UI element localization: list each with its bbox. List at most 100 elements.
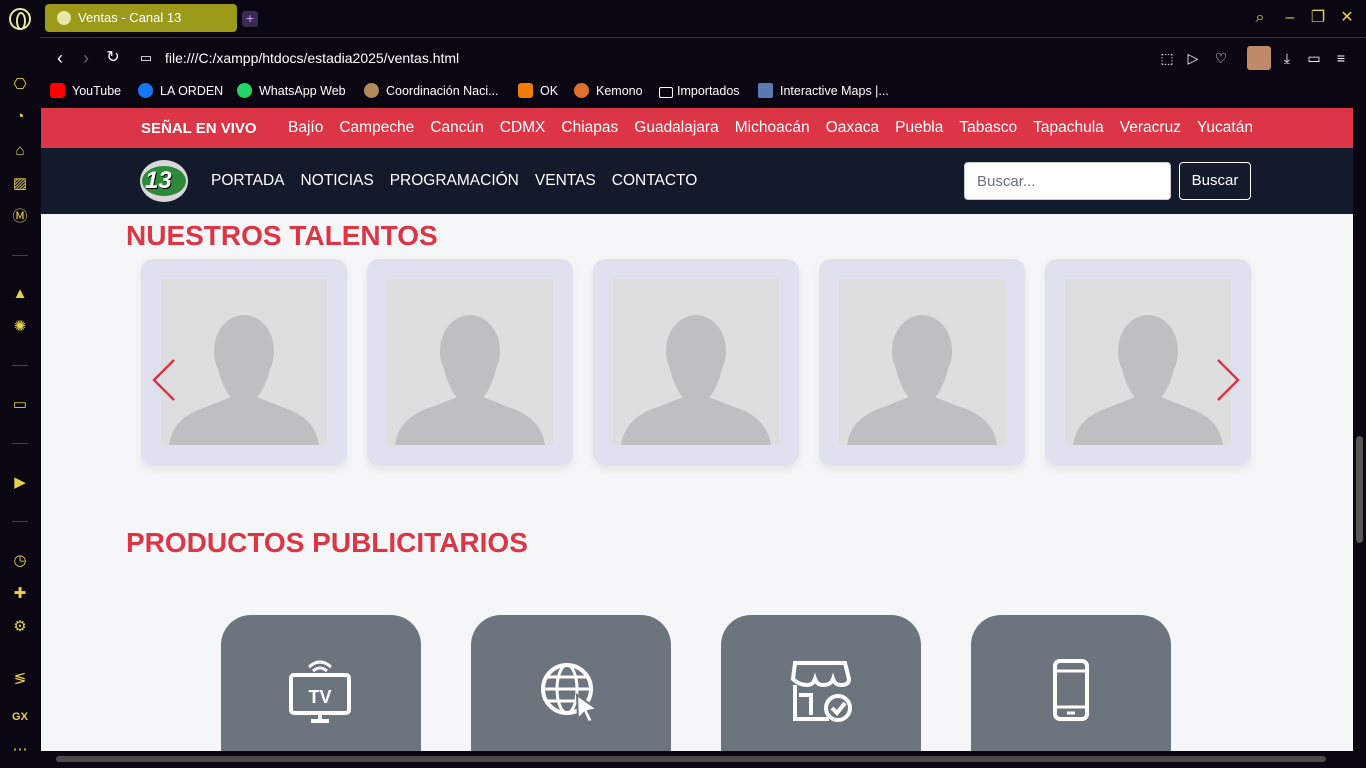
talents-heading: NUESTROS TALENTOS xyxy=(126,220,438,251)
vertical-scrollbar[interactable] xyxy=(1353,108,1366,751)
carousel-prev-icon[interactable] xyxy=(150,358,180,402)
m-icon[interactable]: Ⓜ xyxy=(10,207,30,227)
settings-icon[interactable]: ⚙ xyxy=(10,617,30,637)
talent-card[interactable] xyxy=(367,259,573,465)
placeholder-avatar xyxy=(613,279,779,445)
chatgpt-icon[interactable]: ✺ xyxy=(10,317,30,337)
carousel-next-icon[interactable] xyxy=(1212,358,1242,402)
gx-corner-icon[interactable]: GX xyxy=(10,707,30,727)
speedometer-icon[interactable]: ◔ xyxy=(10,107,30,127)
bookmark-kemono[interactable]: Kemono xyxy=(574,82,643,100)
player-icon[interactable]: ▶ xyxy=(10,473,30,493)
history-icon[interactable]: ◷ xyxy=(10,551,30,571)
city-link[interactable]: Tabasco xyxy=(959,119,1017,137)
bookmark-folder-importados[interactable]: Importados xyxy=(659,82,740,100)
city-link[interactable]: Cancún xyxy=(430,119,483,137)
stripes-icon[interactable]: ▨ xyxy=(10,174,30,194)
reload-icon[interactable]: ↻ xyxy=(103,48,123,68)
bookmark-coordinacion[interactable]: Coordinación Naci... xyxy=(364,82,499,100)
search-icon[interactable]: ⌕ xyxy=(1250,8,1270,28)
close-icon[interactable]: ✕ xyxy=(1337,8,1357,28)
map-icon xyxy=(758,83,773,98)
city-link[interactable]: Michoacán xyxy=(735,119,810,137)
browser-sidebar: ⎔ ◔ ⌂ ▨ Ⓜ ▲ ✺ ▭ ▶ ◷ ✚ ⚙ ≶ GX ⋯ xyxy=(0,37,40,768)
gx-control-icon[interactable]: ≶ xyxy=(10,669,30,689)
svg-text:TV: TV xyxy=(308,687,331,707)
aria-icon[interactable]: ▲ xyxy=(10,284,30,304)
bookmark-la-orden[interactable]: LA ORDEN xyxy=(138,82,223,100)
city-link[interactable]: Yucatán xyxy=(1197,119,1253,137)
twitch-icon[interactable]: ▭ xyxy=(10,395,30,415)
horizontal-scrollbar[interactable] xyxy=(41,751,1353,768)
maximize-icon[interactable]: ❐ xyxy=(1308,8,1328,28)
download-icon[interactable]: ⤓ xyxy=(1278,49,1296,67)
scrollbar-thumb[interactable] xyxy=(1356,436,1363,543)
nav-ventas[interactable]: VENTAS xyxy=(535,172,596,190)
web-icon xyxy=(541,663,600,723)
store-icon xyxy=(790,661,852,722)
main-menu: PORTADA NOTICIAS PROGRAMACIÓN VENTAS CON… xyxy=(211,172,697,190)
search-input[interactable] xyxy=(964,162,1171,200)
tv-icon: TV xyxy=(289,660,351,723)
bookmark-interactive-maps[interactable]: Interactive Maps |... xyxy=(758,82,889,100)
globe-icon xyxy=(364,83,379,98)
more-icon[interactable]: ⋯ xyxy=(10,740,30,760)
city-link[interactable]: Chiapas xyxy=(561,119,618,137)
products-heading: PRODUCTOS PUBLICITARIOS xyxy=(126,527,528,558)
nav-portada[interactable]: PORTADA xyxy=(211,172,285,190)
forward-icon[interactable]: › xyxy=(76,48,96,68)
canal-13-logo[interactable] xyxy=(140,160,188,202)
sidebar-divider xyxy=(12,365,28,366)
placeholder-avatar xyxy=(387,279,553,445)
scrollbar-thumb[interactable] xyxy=(56,756,1326,762)
city-link[interactable]: Oaxaca xyxy=(826,119,879,137)
easy-setup-icon[interactable]: ≡ xyxy=(1332,49,1350,67)
live-signal-label: SEÑAL EN VIVO xyxy=(141,120,257,137)
globe-icon xyxy=(57,11,71,25)
city-link[interactable]: Puebla xyxy=(895,119,943,137)
browser-window: Ventas - Canal 13 + ⌕ – ❐ ✕ ⎔ ◔ ⌂ ▨ Ⓜ ▲ … xyxy=(0,0,1366,768)
product-card-tv[interactable]: TV xyxy=(221,615,421,751)
talent-card[interactable] xyxy=(593,259,799,465)
nav-programacion[interactable]: PROGRAMACIÓN xyxy=(390,172,519,190)
send-icon[interactable]: ▷ xyxy=(1184,49,1202,67)
kemono-icon xyxy=(574,83,589,98)
city-link[interactable]: Bajío xyxy=(288,119,323,137)
avatar[interactable] xyxy=(1247,46,1271,70)
snapshot-icon[interactable]: ⬚ xyxy=(1158,49,1176,67)
live-signal-bar: SEÑAL EN VIVO Bajío Campeche Cancún CDMX… xyxy=(41,108,1353,148)
bookmark-youtube[interactable]: YouTube xyxy=(50,82,121,100)
nav-noticias[interactable]: NOTICIAS xyxy=(301,172,374,190)
city-link[interactable]: Tapachula xyxy=(1033,119,1104,137)
battery-icon[interactable]: ▭ xyxy=(1305,49,1323,67)
gamepad-icon[interactable]: ⎔ xyxy=(10,75,30,95)
mobile-icon xyxy=(1053,659,1089,721)
back-icon[interactable]: ‹ xyxy=(50,48,70,68)
product-card-web[interactable] xyxy=(471,615,671,751)
bookmark-ok[interactable]: OK xyxy=(518,82,558,100)
tab-strip: Ventas - Canal 13 + ⌕ – ❐ ✕ xyxy=(0,0,1366,37)
main-navbar: PORTADA NOTICIAS PROGRAMACIÓN VENTAS CON… xyxy=(41,148,1353,214)
address-bar: ‹ › ↻ ▭ file:///C:/xampp/htdocs/estadia2… xyxy=(40,37,1366,78)
url-field[interactable]: file:///C:/xampp/htdocs/estadia2025/vent… xyxy=(165,50,459,66)
city-link[interactable]: Guadalajara xyxy=(634,119,718,137)
placeholder-avatar xyxy=(161,279,327,445)
shop-icon[interactable]: ⌂ xyxy=(10,141,30,161)
product-card-store[interactable] xyxy=(721,615,921,751)
new-tab-button[interactable]: + xyxy=(242,11,258,27)
opera-menu-icon[interactable] xyxy=(9,8,31,30)
extensions-icon[interactable]: ✚ xyxy=(10,584,30,604)
heart-icon[interactable]: ♡ xyxy=(1212,49,1230,67)
minimize-icon[interactable]: – xyxy=(1280,8,1300,28)
active-tab[interactable]: Ventas - Canal 13 xyxy=(45,4,237,32)
talent-card[interactable] xyxy=(819,259,1025,465)
bookmark-whatsapp[interactable]: WhatsApp Web xyxy=(237,82,346,100)
city-link[interactable]: Veracruz xyxy=(1120,119,1181,137)
city-link[interactable]: CDMX xyxy=(500,119,546,137)
facebook-icon xyxy=(138,83,153,98)
nav-contacto[interactable]: CONTACTO xyxy=(612,172,698,190)
city-link[interactable]: Campeche xyxy=(339,119,414,137)
page-viewport: SEÑAL EN VIVO Bajío Campeche Cancún CDMX… xyxy=(41,108,1353,751)
search-button[interactable]: Buscar xyxy=(1179,162,1251,200)
product-card-mobile[interactable] xyxy=(971,615,1171,751)
